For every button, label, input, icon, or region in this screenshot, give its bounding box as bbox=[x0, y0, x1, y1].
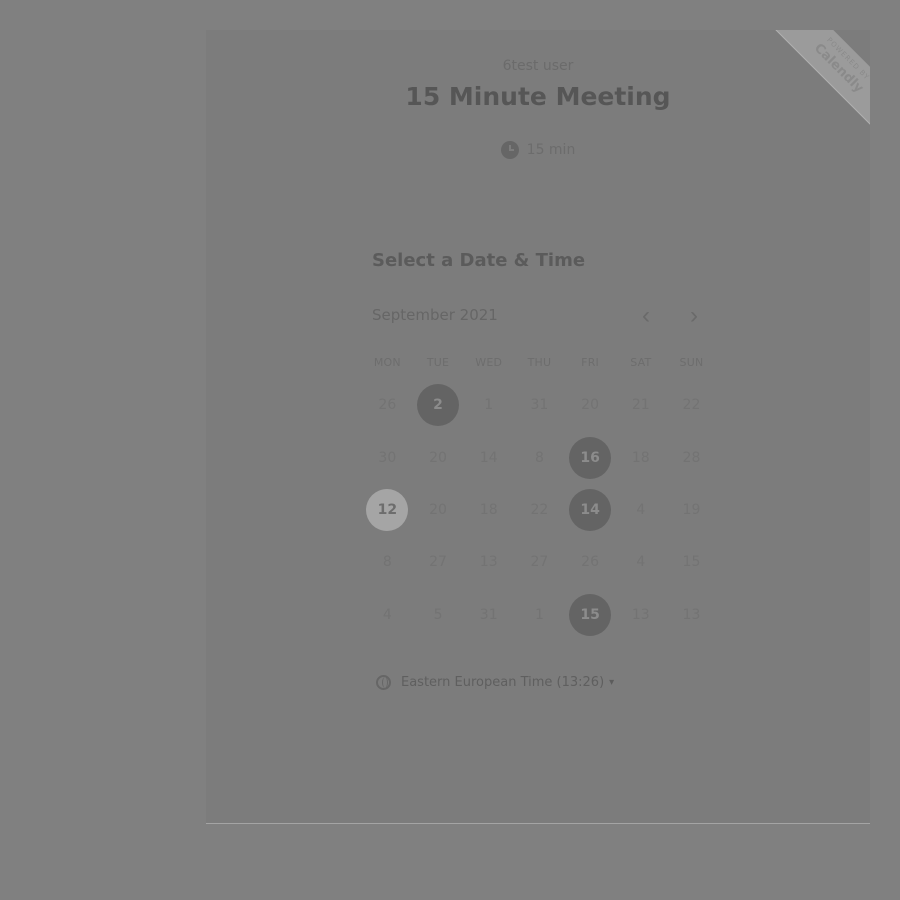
event-header: 6test user 15 Minute Meeting 15 min bbox=[206, 30, 870, 210]
calendar-date: 26 bbox=[581, 554, 599, 571]
calendar-day-cell: 31 bbox=[463, 589, 514, 641]
calendar-date: 5 bbox=[433, 606, 443, 623]
calendar-day-cell: 31 bbox=[514, 379, 565, 431]
calendar-day-cell: 20 bbox=[565, 379, 616, 431]
month-navigation: September 2021 ‹ › bbox=[372, 304, 706, 328]
calendar-day-cell: 22 bbox=[514, 484, 565, 536]
calendar-day-grid: 26 2 1 31 20 21 22 30 20 14 8 16 18 28 12 20 18 22 14 4 19 8 2… bbox=[362, 379, 717, 641]
calendar-date: 18 bbox=[479, 501, 498, 518]
calendar-date: 14 bbox=[479, 449, 498, 466]
calendar-day-cell: 21 bbox=[615, 379, 666, 431]
calendar-day-cell: 20 bbox=[413, 431, 464, 483]
calendar-day-cell: 27 bbox=[413, 536, 464, 588]
calendar-day-cell: 4 bbox=[615, 536, 666, 588]
available-date-button[interactable]: 16 bbox=[569, 436, 612, 479]
calendar-day-cell: 1 bbox=[514, 589, 565, 641]
globe-icon bbox=[376, 674, 391, 690]
weekday-sun: SUN bbox=[679, 356, 704, 369]
calendar-date: 4 bbox=[636, 501, 646, 518]
calendar-date: 20 bbox=[429, 501, 447, 518]
weekday-tue: TUE bbox=[426, 356, 450, 369]
available-date-button[interactable]: 2 bbox=[417, 384, 460, 427]
calendar-day-cell: 14 bbox=[463, 431, 514, 483]
calendar-day-cell: 5 bbox=[413, 589, 464, 641]
calendar-day-cell: 26 bbox=[362, 379, 413, 431]
calendar-day-cell: 15 bbox=[666, 536, 717, 588]
previous-month-button[interactable]: ‹ bbox=[634, 304, 658, 328]
calendar-date: 8 bbox=[382, 554, 392, 571]
timezone-label: Eastern European Time (13:26) bbox=[401, 674, 605, 690]
calendar-date: 27 bbox=[530, 554, 549, 571]
calendar-date: 22 bbox=[530, 501, 549, 518]
calendar-day-cell: 13 bbox=[615, 589, 666, 641]
calendar-day-cell: 20 bbox=[413, 484, 464, 536]
calendar-date: 28 bbox=[682, 449, 701, 466]
current-month: September 2021 bbox=[372, 306, 498, 324]
calendar-day-cell: 30 bbox=[362, 431, 413, 483]
calendar-day-cell: 4 bbox=[615, 484, 666, 536]
weekday-wed: WED bbox=[475, 356, 503, 369]
clock-icon bbox=[500, 141, 519, 159]
calendar-date: 18 bbox=[631, 449, 650, 466]
weekday-fri: FRI bbox=[581, 356, 599, 369]
calendar-date: 20 bbox=[581, 397, 599, 414]
duration-label: 15 min bbox=[526, 142, 576, 158]
calendar-day-cell: 12 bbox=[362, 484, 413, 536]
booking-card: POWERED BY Calendly 6test user 15 Minute… bbox=[206, 30, 870, 824]
calendar-day-cell: 22 bbox=[666, 379, 717, 431]
host-name: 6test user bbox=[502, 58, 574, 74]
calendar-date: 19 bbox=[682, 501, 701, 518]
calendar-day-cell: 2 bbox=[413, 379, 464, 431]
select-date-time-title: Select a Date & Time bbox=[372, 250, 586, 271]
calendar-day-cell: 16 bbox=[565, 431, 616, 483]
calendar-date: 4 bbox=[636, 554, 646, 571]
chevron-down-icon: ▾ bbox=[609, 676, 615, 688]
calendar-day-cell: 27 bbox=[514, 536, 565, 588]
event-duration: 15 min bbox=[206, 138, 870, 162]
chevron-right-icon: › bbox=[690, 302, 698, 329]
calendar-date: 20 bbox=[429, 449, 447, 466]
calendar-day-cell: 13 bbox=[463, 536, 514, 588]
calendar-day-cell: 14 bbox=[565, 484, 616, 536]
available-date-button[interactable]: 14 bbox=[569, 488, 612, 531]
today-date: 12 bbox=[366, 488, 409, 531]
next-month-button[interactable]: › bbox=[682, 304, 706, 328]
calendar-day-cell: 19 bbox=[666, 484, 717, 536]
calendar-date: 15 bbox=[682, 554, 701, 571]
timezone-selector[interactable]: Eastern European Time (13:26) ▾ bbox=[376, 671, 614, 693]
calendar-date: 1 bbox=[534, 606, 544, 623]
calendar-date: 22 bbox=[682, 397, 701, 414]
calendar-day-cell: 4 bbox=[362, 589, 413, 641]
calendar-date: 13 bbox=[631, 606, 650, 623]
calendar-day-cell: 18 bbox=[463, 484, 514, 536]
weekday-header: MON TUE WED THU FRI SAT SUN bbox=[362, 356, 717, 372]
calendar-date: 31 bbox=[479, 606, 498, 623]
calendar-date: 4 bbox=[382, 606, 392, 623]
calendar-date: 13 bbox=[479, 554, 498, 571]
calendar-date: 26 bbox=[378, 397, 397, 414]
weekday-mon: MON bbox=[373, 356, 401, 369]
calendar-date: 30 bbox=[378, 449, 397, 466]
chevron-left-icon: ‹ bbox=[642, 302, 650, 329]
event-title: 15 Minute Meeting bbox=[405, 82, 671, 111]
available-date-button[interactable]: 15 bbox=[569, 593, 612, 636]
calendar-day-cell: 1 bbox=[463, 379, 514, 431]
weekday-sat: SAT bbox=[630, 356, 652, 369]
calendar-date: 27 bbox=[429, 554, 447, 571]
calendar-day-cell: 18 bbox=[615, 431, 666, 483]
calendar-day-cell: 26 bbox=[565, 536, 616, 588]
calendar-day-cell: 28 bbox=[666, 431, 717, 483]
calendar-date: 1 bbox=[484, 397, 494, 414]
calendar-date: 13 bbox=[682, 606, 701, 623]
calendar-date: 21 bbox=[631, 397, 650, 414]
calendar-day-cell: 13 bbox=[666, 589, 717, 641]
calendar-day-cell: 8 bbox=[362, 536, 413, 588]
calendar-day-cell: 8 bbox=[514, 431, 565, 483]
weekday-thu: THU bbox=[527, 356, 552, 369]
calendar-day-cell: 15 bbox=[565, 589, 616, 641]
calendar-date: 31 bbox=[530, 397, 549, 414]
calendar-date: 8 bbox=[534, 449, 544, 466]
